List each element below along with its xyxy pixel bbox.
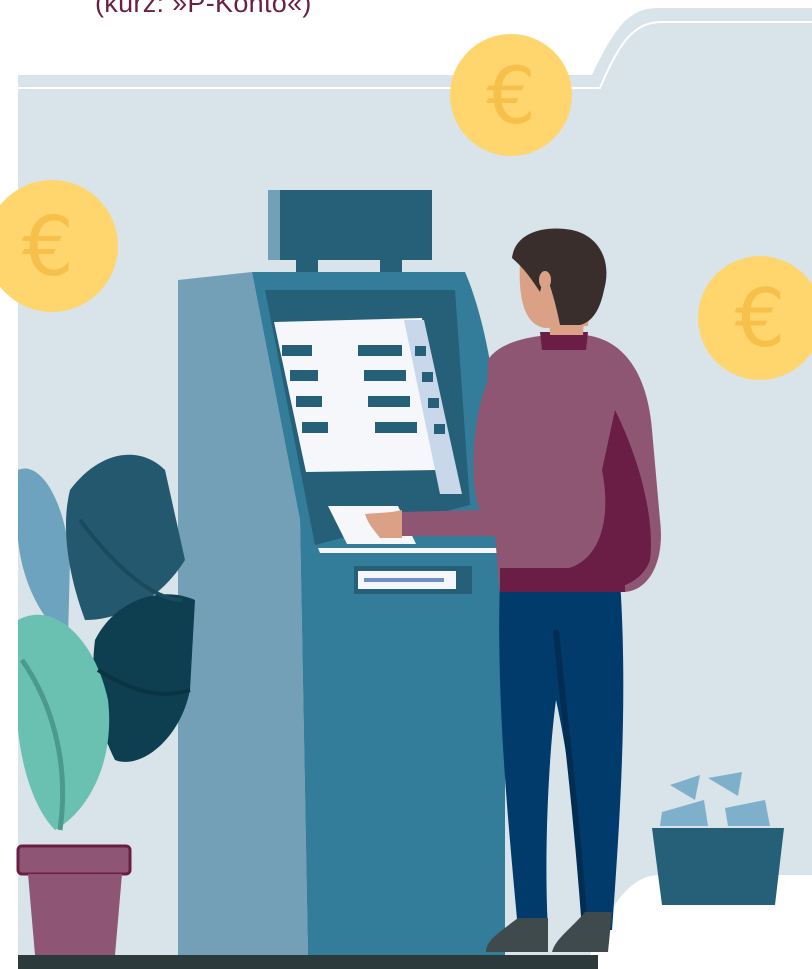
screen-line (290, 370, 318, 381)
screen-line (358, 345, 402, 356)
atm-ledge (318, 548, 505, 553)
euro-symbol: € (735, 272, 786, 365)
screen-line (364, 370, 406, 381)
atm-button (422, 372, 433, 382)
atm-button (434, 424, 445, 434)
screen-line (296, 396, 322, 407)
atm-illustration: € € € (0, 8, 812, 969)
atm-button (428, 398, 439, 408)
euro-coin-top: € (450, 34, 572, 156)
screen-line (375, 422, 417, 433)
floor (18, 955, 598, 969)
screen-line (368, 396, 410, 407)
plant-pot (16, 844, 132, 955)
euro-symbol: € (486, 52, 536, 142)
atm-button (415, 346, 426, 356)
atm-machine (178, 272, 505, 955)
screen-line (302, 422, 328, 433)
screen-line (318, 482, 380, 490)
euro-symbol: € (22, 200, 74, 295)
screen-line (282, 345, 312, 356)
